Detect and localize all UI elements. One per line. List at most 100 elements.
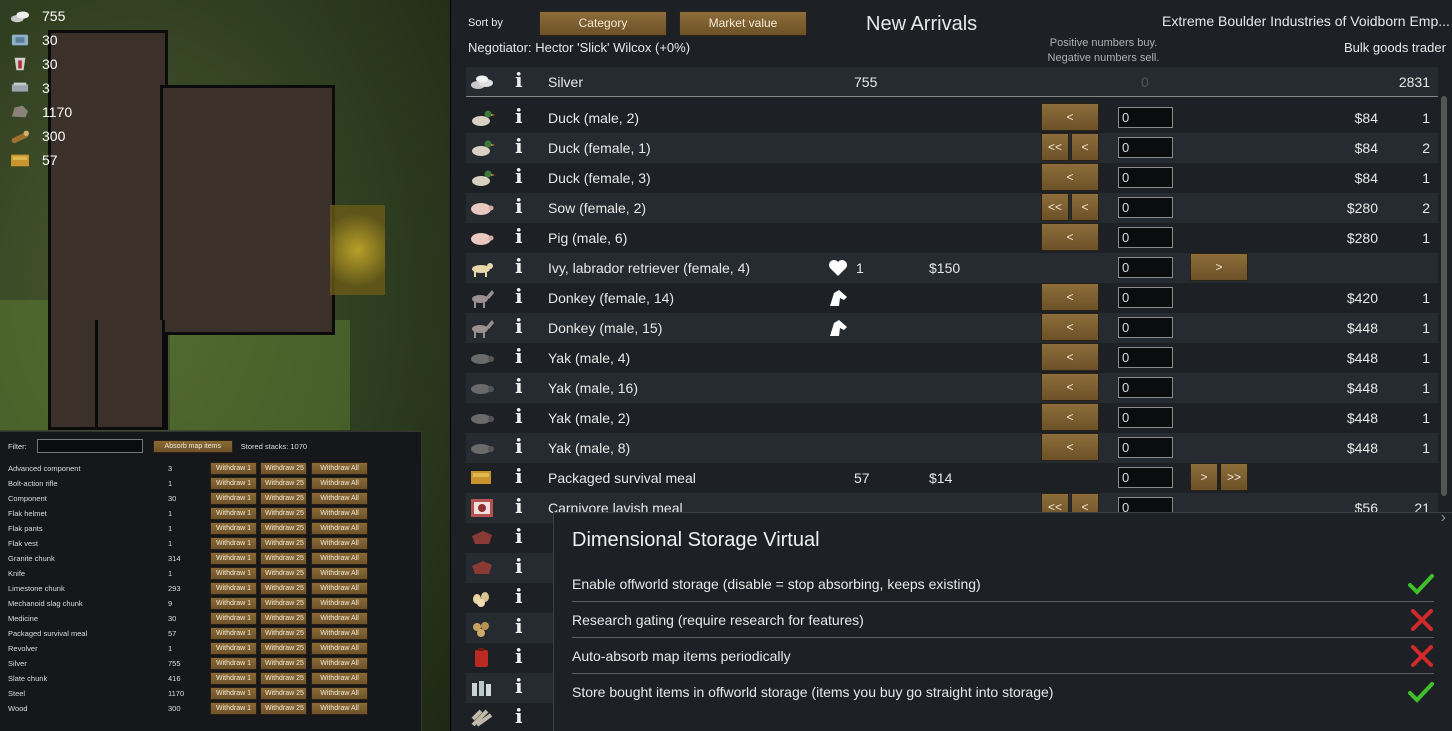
trade-quantity-input[interactable]: 0 xyxy=(1118,197,1173,218)
scroll-arrow-icon[interactable]: › xyxy=(1441,509,1446,527)
info-button[interactable]: i xyxy=(515,374,523,398)
info-button[interactable]: i xyxy=(515,314,523,338)
withdraw-all-button[interactable]: Withdraw All xyxy=(311,597,368,610)
withdraw-1-button[interactable]: Withdraw 1 xyxy=(210,612,257,625)
trade-quantity-input[interactable]: 0 xyxy=(1118,167,1173,188)
info-button[interactable]: i xyxy=(515,254,523,278)
withdraw-25-button[interactable]: Withdraw 25 xyxy=(260,492,307,505)
withdraw-1-button[interactable]: Withdraw 1 xyxy=(210,477,257,490)
sell-all-button[interactable]: << xyxy=(1041,193,1069,221)
withdraw-all-button[interactable]: Withdraw All xyxy=(311,552,368,565)
sell-all-button[interactable]: << xyxy=(1041,133,1069,161)
info-button[interactable]: i xyxy=(515,674,523,698)
withdraw-25-button[interactable]: Withdraw 25 xyxy=(260,582,307,595)
withdraw-1-button[interactable]: Withdraw 1 xyxy=(210,582,257,595)
info-button[interactable]: i xyxy=(515,224,523,248)
withdraw-all-button[interactable]: Withdraw All xyxy=(311,522,368,535)
withdraw-all-button[interactable]: Withdraw All xyxy=(311,462,368,475)
withdraw-25-button[interactable]: Withdraw 25 xyxy=(260,642,307,655)
buy-one-button[interactable]: > xyxy=(1190,463,1218,491)
withdraw-1-button[interactable]: Withdraw 1 xyxy=(210,672,257,685)
withdraw-25-button[interactable]: Withdraw 25 xyxy=(260,702,307,715)
absorb-map-items-button[interactable]: Absorb map items xyxy=(152,439,233,453)
sell-one-button[interactable]: < xyxy=(1041,223,1099,251)
trade-quantity-input[interactable]: 0 xyxy=(1118,347,1173,368)
withdraw-1-button[interactable]: Withdraw 1 xyxy=(210,552,257,565)
info-button[interactable]: i xyxy=(515,104,523,128)
trade-quantity-input[interactable]: 0 xyxy=(1118,377,1173,398)
withdraw-1-button[interactable]: Withdraw 1 xyxy=(210,537,257,550)
setting-option-row[interactable]: Auto-absorb map items periodically xyxy=(572,638,1434,674)
info-button[interactable]: i xyxy=(515,434,523,458)
withdraw-all-button[interactable]: Withdraw All xyxy=(311,567,368,580)
setting-option-row[interactable]: Research gating (require research for fe… xyxy=(572,602,1434,638)
sell-one-button[interactable]: < xyxy=(1041,163,1099,191)
trade-quantity-input[interactable]: 0 xyxy=(1118,227,1173,248)
withdraw-1-button[interactable]: Withdraw 1 xyxy=(210,567,257,580)
info-button[interactable]: i xyxy=(515,134,523,158)
sell-one-button[interactable]: < xyxy=(1041,103,1099,131)
withdraw-all-button[interactable]: Withdraw All xyxy=(311,702,368,715)
info-button[interactable]: i xyxy=(515,644,523,668)
trade-quantity-input[interactable]: 0 xyxy=(1118,437,1173,458)
withdraw-25-button[interactable]: Withdraw 25 xyxy=(260,537,307,550)
withdraw-all-button[interactable]: Withdraw All xyxy=(311,672,368,685)
withdraw-all-button[interactable]: Withdraw All xyxy=(311,492,368,505)
withdraw-1-button[interactable]: Withdraw 1 xyxy=(210,492,257,505)
info-button[interactable]: i xyxy=(515,194,523,218)
info-button[interactable]: i xyxy=(515,404,523,428)
withdraw-25-button[interactable]: Withdraw 25 xyxy=(260,462,307,475)
sell-one-button[interactable]: < xyxy=(1071,193,1099,221)
filter-input[interactable] xyxy=(36,439,143,453)
withdraw-all-button[interactable]: Withdraw All xyxy=(311,657,368,670)
setting-option-row[interactable]: Enable offworld storage (disable = stop … xyxy=(572,566,1434,602)
sell-one-button[interactable]: < xyxy=(1041,403,1099,431)
withdraw-1-button[interactable]: Withdraw 1 xyxy=(210,462,257,475)
withdraw-25-button[interactable]: Withdraw 25 xyxy=(260,552,307,565)
sell-one-button[interactable]: < xyxy=(1071,133,1099,161)
withdraw-all-button[interactable]: Withdraw All xyxy=(311,582,368,595)
withdraw-1-button[interactable]: Withdraw 1 xyxy=(210,687,257,700)
withdraw-25-button[interactable]: Withdraw 25 xyxy=(260,477,307,490)
sell-one-button[interactable]: < xyxy=(1041,283,1099,311)
withdraw-1-button[interactable]: Withdraw 1 xyxy=(210,657,257,670)
trade-quantity-input[interactable]: 0 xyxy=(1118,467,1173,488)
sell-one-button[interactable]: < xyxy=(1041,313,1099,341)
info-button[interactable]: i xyxy=(515,494,523,518)
withdraw-1-button[interactable]: Withdraw 1 xyxy=(210,702,257,715)
info-button[interactable]: i xyxy=(515,284,523,308)
withdraw-1-button[interactable]: Withdraw 1 xyxy=(210,627,257,640)
trade-quantity-input[interactable]: 0 xyxy=(1118,287,1173,308)
info-button[interactable]: i xyxy=(515,344,523,368)
checkmark-icon[interactable] xyxy=(1408,681,1434,703)
trade-quantity-input[interactable]: 0 xyxy=(1118,317,1173,338)
info-button[interactable]: i xyxy=(515,704,523,728)
withdraw-25-button[interactable]: Withdraw 25 xyxy=(260,627,307,640)
trade-quantity-input[interactable]: 0 xyxy=(1118,137,1173,158)
withdraw-all-button[interactable]: Withdraw All xyxy=(311,537,368,550)
cross-icon[interactable] xyxy=(1410,644,1434,667)
info-button[interactable]: i xyxy=(515,614,523,638)
withdraw-25-button[interactable]: Withdraw 25 xyxy=(260,597,307,610)
withdraw-1-button[interactable]: Withdraw 1 xyxy=(210,597,257,610)
info-button[interactable]: i xyxy=(515,524,523,548)
withdraw-25-button[interactable]: Withdraw 25 xyxy=(260,507,307,520)
withdraw-all-button[interactable]: Withdraw All xyxy=(311,627,368,640)
trade-scrollbar[interactable] xyxy=(1441,96,1447,496)
sort-category-button[interactable]: Category xyxy=(539,11,667,36)
trade-quantity-input[interactable]: 0 xyxy=(1118,107,1173,128)
info-button[interactable]: i xyxy=(515,464,523,488)
buy-one-button[interactable]: > xyxy=(1190,253,1248,281)
sell-one-button[interactable]: < xyxy=(1041,433,1099,461)
withdraw-25-button[interactable]: Withdraw 25 xyxy=(260,672,307,685)
withdraw-all-button[interactable]: Withdraw All xyxy=(311,507,368,520)
cross-icon[interactable] xyxy=(1410,608,1434,631)
withdraw-25-button[interactable]: Withdraw 25 xyxy=(260,612,307,625)
withdraw-1-button[interactable]: Withdraw 1 xyxy=(210,642,257,655)
withdraw-25-button[interactable]: Withdraw 25 xyxy=(260,522,307,535)
info-button[interactable]: i xyxy=(515,554,523,578)
withdraw-25-button[interactable]: Withdraw 25 xyxy=(260,657,307,670)
buy-all-button[interactable]: >> xyxy=(1220,463,1248,491)
withdraw-25-button[interactable]: Withdraw 25 xyxy=(260,687,307,700)
withdraw-all-button[interactable]: Withdraw All xyxy=(311,687,368,700)
